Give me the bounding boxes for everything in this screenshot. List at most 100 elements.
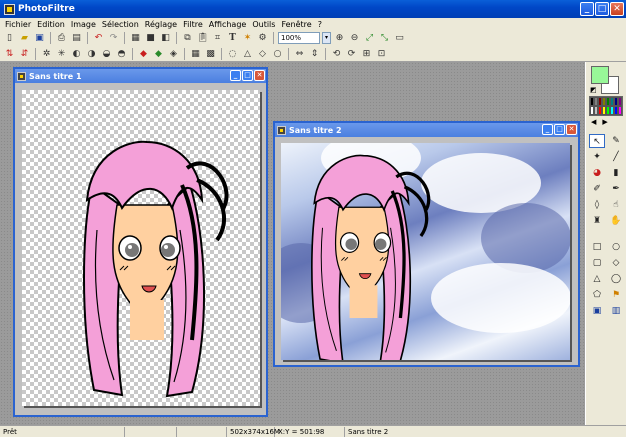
zoom-select[interactable]: 100% [278,32,320,44]
menu-outils[interactable]: Outils [249,20,278,29]
gamma-down-icon[interactable]: ◆ [137,48,150,60]
copy-icon[interactable]: ⧉ [181,32,194,44]
menu-filtre[interactable]: Filtre [180,20,206,29]
auto-contrast-icon[interactable]: ⇵ [18,48,31,60]
bucket-icon[interactable]: ◕ [589,166,605,180]
mask-icon[interactable]: ▥ [608,304,624,318]
document-window-1-titlebar[interactable]: Sans titre 1 _ □ ✕ [15,69,266,83]
soften-icon[interactable]: ○ [271,48,284,60]
contrast-down-icon[interactable]: ◐ [70,48,83,60]
menu-reglage[interactable]: Réglage [142,20,180,29]
menu-selection[interactable]: Sélection [99,20,142,29]
brush-icon[interactable]: ✐ [589,182,605,196]
spray-icon[interactable]: ▮ [608,166,624,180]
document-window-1[interactable]: Sans titre 1 _ □ ✕ [13,67,268,417]
grid-icon[interactable]: ▦ [189,48,202,60]
filter-icon[interactable]: ✶ [241,32,254,44]
menu-help[interactable]: ? [315,20,325,29]
save-icon[interactable]: ▣ [33,32,46,44]
doc1-close-button[interactable]: ✕ [254,70,265,81]
doc1-minimize-button[interactable]: _ [230,70,241,81]
pen-icon[interactable]: ✒ [608,182,624,196]
manga-girl-image [83,140,229,398]
text-icon[interactable]: T [226,32,239,44]
zoom-in-icon[interactable]: ⊕ [333,32,346,44]
color-palette[interactable] [589,96,623,116]
brightness-up-icon[interactable]: ✳ [55,48,68,60]
hand-icon[interactable]: ✋ [608,214,624,228]
zoom-dropdown-icon[interactable]: ▾ [322,32,331,44]
image-icon[interactable]: ▦ [129,32,142,44]
fit-icon[interactable]: ⤢ [363,32,376,44]
image-canvas-1[interactable] [22,90,260,406]
effect-icon[interactable]: ⚙ [256,32,269,44]
rect-icon[interactable]: □ [589,240,605,254]
smudge-icon[interactable]: ☝ [608,198,624,212]
magic-lasso-icon[interactable]: ⚑ [608,288,624,302]
maximize-button[interactable]: □ [595,2,609,16]
menu-edition[interactable]: Edition [34,20,68,29]
round-rect-icon[interactable]: ▢ [589,256,605,270]
swap-colors-icon[interactable]: ◩ [590,86,597,94]
zoom-out-icon[interactable]: ⊖ [348,32,361,44]
saturation-down-icon[interactable]: ◒ [100,48,113,60]
mosaic-icon[interactable]: ▩ [204,48,217,60]
palette-prev-icon[interactable]: ◀ [591,118,596,126]
paste-icon[interactable]: 📋︎ [196,32,209,44]
contrast-up-icon[interactable]: ◑ [85,48,98,60]
ellipse-icon[interactable]: ○ [608,240,624,254]
grayscale-icon[interactable]: ◧ [159,32,172,44]
print-icon[interactable]: ⎙ [55,32,68,44]
blur-icon[interactable]: ◌ [226,48,239,60]
rotate-left-icon[interactable]: ⟲ [330,48,343,60]
doc2-close-button[interactable]: ✕ [566,124,577,135]
redo-icon[interactable]: ↷ [107,32,120,44]
polygon-icon[interactable]: ⬠ [589,288,605,302]
select-icon[interactable]: ↖ [589,134,605,148]
menu-fichier[interactable]: Fichier [2,20,34,29]
rotate-right-icon[interactable]: ⟳ [345,48,358,60]
brightness-down-icon[interactable]: ✲ [40,48,53,60]
palette-next-icon[interactable]: ▶ [602,118,607,126]
foreground-color-swatch[interactable] [591,66,609,84]
canvas-icon[interactable]: ⊡ [375,48,388,60]
drop-icon[interactable]: ◇ [256,48,269,60]
menu-image[interactable]: Image [68,20,99,29]
document-window-2-titlebar[interactable]: Sans titre 2 _ □ ✕ [275,123,578,137]
wand-icon[interactable]: ✦ [589,150,605,164]
color-icon[interactable]: ■ [144,32,157,44]
close-button[interactable]: ✕ [610,2,624,16]
flip-vertical-icon[interactable]: ⇕ [308,48,321,60]
crop-icon[interactable]: ⌗ [211,32,224,44]
actual-size-icon[interactable]: ⤡ [378,32,391,44]
minimize-button[interactable]: _ [580,2,594,16]
drop-icon[interactable]: ◊ [589,198,605,212]
lasso-icon[interactable]: ◯ [608,272,624,286]
doc1-maximize-button[interactable]: □ [242,70,253,81]
eyedropper-icon[interactable]: ✎ [608,134,624,148]
diamond-icon[interactable]: ◇ [608,256,624,270]
sharpen-icon[interactable]: △ [241,48,254,60]
undo-icon[interactable]: ↶ [92,32,105,44]
open-icon[interactable]: ▰ [18,32,31,44]
new-icon[interactable]: ▯ [3,32,16,44]
menu-fenetre[interactable]: Fenêtre [278,20,314,29]
resize-icon[interactable]: ⊞ [360,48,373,60]
image-canvas-2[interactable] [281,143,570,360]
doc2-minimize-button[interactable]: _ [542,124,553,135]
triangle-icon[interactable]: △ [589,272,605,286]
menu-affichage[interactable]: Affichage [206,20,250,29]
doc2-maximize-button[interactable]: □ [554,124,565,135]
scan-icon[interactable]: ▤ [70,32,83,44]
app-icon[interactable] [4,3,15,15]
saturation-up-icon[interactable]: ◓ [115,48,128,60]
auto-level-icon[interactable]: ⇅ [3,48,16,60]
line-icon[interactable]: ╱ [608,150,624,164]
color-balance-icon[interactable]: ◈ [167,48,180,60]
fullscreen-icon[interactable]: ▭ [393,32,406,44]
selection-mode-icon[interactable]: ▣ [589,304,605,318]
document-window-2[interactable]: Sans titre 2 _ □ ✕ [273,121,580,367]
gamma-up-icon[interactable]: ◆ [152,48,165,60]
stamp-icon[interactable]: ♜ [589,214,605,228]
flip-horizontal-icon[interactable]: ⇔ [293,48,306,60]
